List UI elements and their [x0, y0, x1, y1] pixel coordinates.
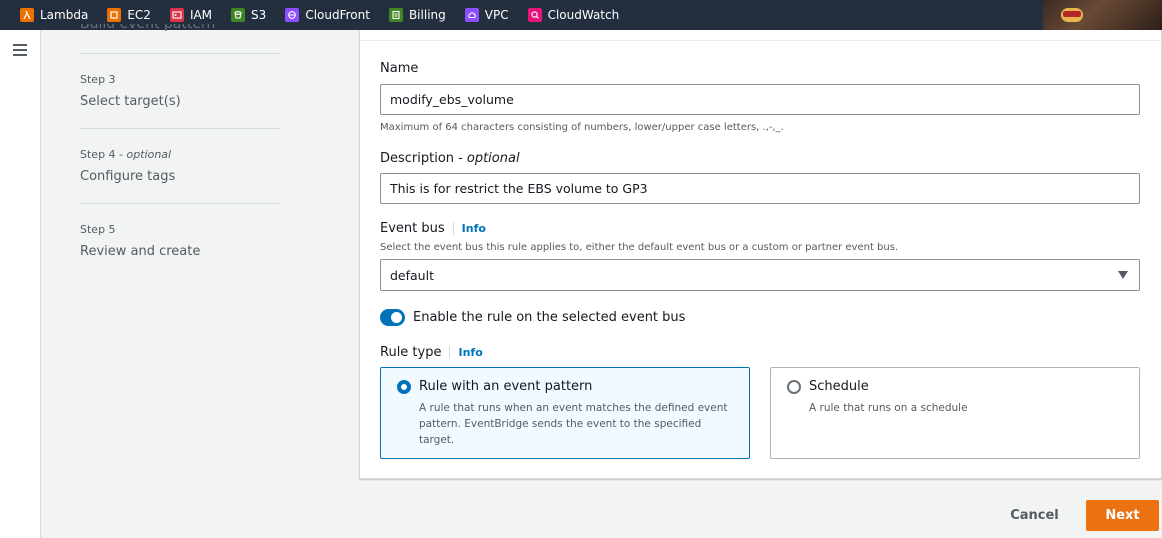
billing-icon: [388, 8, 403, 22]
divider: [80, 128, 280, 129]
event-bus-label: Event bus Info: [380, 221, 486, 236]
favorite-cloudwatch[interactable]: CloudWatch: [527, 8, 620, 22]
favorite-lambda[interactable]: Lambda: [20, 8, 88, 22]
step-3-number: Step 3: [80, 73, 116, 86]
favorite-billing[interactable]: Billing: [388, 8, 446, 22]
event-bus-select[interactable]: default: [380, 259, 1140, 291]
name-input[interactable]: [380, 84, 1140, 115]
tile-title: Rule with an event pattern: [419, 379, 593, 394]
cloudfront-icon: [285, 8, 300, 22]
rule-detail-panel: Name Maximum of 64 characters consisting…: [359, 30, 1162, 479]
rule-type-info-link[interactable]: Info: [449, 346, 483, 359]
step-5-number: Step 5: [80, 223, 116, 236]
rule-type-label: Rule type Info: [380, 345, 483, 360]
tile-title: Schedule: [809, 379, 869, 394]
ec2-icon: [107, 8, 122, 22]
step-3-title[interactable]: Select target(s): [80, 94, 181, 109]
step-5-title[interactable]: Review and create: [80, 244, 200, 259]
side-navigation-rail: [0, 30, 41, 538]
favorite-label: IAM: [189, 8, 213, 22]
iam-icon: [169, 8, 184, 22]
event-bus-info-link[interactable]: Info: [452, 222, 486, 235]
favorite-label: CloudFront: [305, 8, 370, 22]
event-bus-hint: Select the event bus this rule applies t…: [380, 242, 899, 253]
divider: [80, 53, 280, 54]
favorite-s3[interactable]: S3: [231, 8, 266, 22]
s3-icon: [231, 8, 246, 22]
rule-type-event-pattern-tile[interactable]: Rule with an event pattern A rule that r…: [380, 367, 750, 459]
favorite-vpc[interactable]: VPC: [464, 8, 509, 22]
favorite-label: Billing: [408, 8, 446, 22]
step-2-title-cut[interactable]: Build event pattern: [80, 24, 215, 34]
enable-rule-toggle[interactable]: [380, 309, 405, 326]
favorite-label: EC2: [127, 8, 151, 22]
radio-button-selected[interactable]: [397, 380, 411, 394]
name-label: Name: [380, 61, 419, 76]
next-button[interactable]: Next: [1086, 500, 1159, 531]
vpc-icon: [464, 8, 479, 22]
tile-description: A rule that runs on a schedule: [809, 402, 968, 414]
favorite-label: VPC: [484, 8, 509, 22]
enable-rule-label: Enable the rule on the selected event bu…: [413, 310, 686, 325]
favorite-label: Lambda: [40, 8, 89, 22]
tile-description: A rule that runs when an event matches t…: [419, 402, 728, 446]
divider: [80, 203, 280, 204]
step-4-number: Step 4 - optional: [80, 148, 172, 161]
cancel-button[interactable]: Cancel: [997, 500, 1072, 531]
name-hint: Maximum of 64 characters consisting of n…: [380, 122, 784, 133]
description-label: Description - optional: [380, 151, 520, 166]
hamburger-menu-icon[interactable]: [13, 44, 27, 56]
step-4-title[interactable]: Configure tags: [80, 169, 175, 184]
rule-type-schedule-tile[interactable]: Schedule A rule that runs on a schedule: [770, 367, 1140, 459]
favorite-iam[interactable]: IAM: [169, 8, 213, 22]
enable-rule-toggle-row: Enable the rule on the selected event bu…: [380, 309, 685, 326]
event-bus-selected-value: default: [390, 267, 434, 283]
description-input[interactable]: [380, 173, 1140, 204]
lambda-icon: [20, 8, 34, 22]
cloudwatch-icon: [527, 8, 542, 22]
webcam-overlay: [1043, 0, 1162, 34]
favorite-label: S3: [251, 8, 267, 22]
favorite-label: CloudWatch: [547, 8, 620, 22]
favorite-ec2[interactable]: EC2: [107, 8, 151, 22]
favorite-cloudfront[interactable]: CloudFront: [285, 8, 370, 22]
radio-button[interactable]: [787, 380, 801, 394]
caret-down-icon: [1118, 271, 1128, 279]
